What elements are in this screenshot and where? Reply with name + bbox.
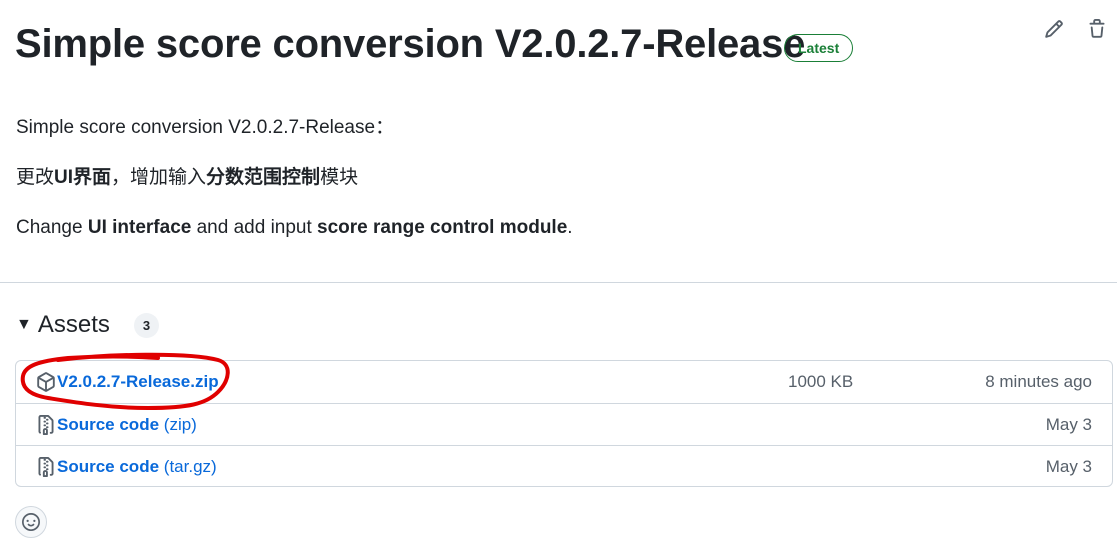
- asset-timestamp: 8 minutes ago: [985, 372, 1092, 391]
- text-segment: ，增加输入: [111, 167, 207, 188]
- asset-row: V2.0.2.7-Release.zip 1000 KB 8 minutes a…: [16, 361, 1112, 403]
- asset-row: Source code (tar.gz) May 3: [16, 445, 1112, 486]
- text-segment: Change: [16, 217, 88, 238]
- assets-label: Assets: [37, 311, 110, 338]
- link-label: Source code: [57, 457, 160, 476]
- description-line-1: Simple score conversion V2.0.2.7-Release…: [16, 117, 395, 138]
- smiley-icon: [22, 513, 40, 531]
- text-segment: 模块: [320, 167, 359, 188]
- link-label: Source code: [57, 415, 160, 434]
- text-segment: 更改: [16, 167, 55, 188]
- asset-size: 1000 KB: [788, 372, 854, 391]
- edit-release-button[interactable]: [1041, 16, 1067, 42]
- latest-badge: Latest: [784, 34, 854, 62]
- delete-release-button[interactable]: [1084, 16, 1110, 42]
- source-code-zip-link[interactable]: Source code (zip): [57, 414, 197, 436]
- assets-count-badge: 3: [134, 313, 159, 338]
- assets-list: V2.0.2.7-Release.zip 1000 KB 8 minutes a…: [15, 360, 1113, 487]
- text-bold-segment: UI interface: [87, 217, 192, 238]
- section-divider: [0, 282, 1117, 283]
- asset-timestamp: May 3: [1045, 415, 1092, 434]
- text-bold-segment: score range control module: [317, 217, 568, 238]
- description-line-2-zh: 更改UI界面，增加输入分数范围控制模块: [16, 165, 358, 191]
- text-segment: and add input: [191, 217, 318, 238]
- trash-icon: [1089, 19, 1105, 38]
- asset-row: Source code (zip) May 3: [16, 403, 1112, 445]
- file-zip-icon: [38, 415, 54, 435]
- release-title: Simple score conversion V2.0.2.7-Release: [15, 22, 806, 66]
- text-bold-segment: UI界面: [54, 167, 112, 188]
- link-format: (zip): [163, 415, 197, 434]
- description-line-3-en: Change UI interface and add input score …: [16, 215, 573, 241]
- asset-timestamp: May 3: [1045, 457, 1092, 476]
- add-reaction-button[interactable]: [15, 506, 47, 538]
- assets-toggle[interactable]: ▼ Assets: [16, 308, 110, 342]
- source-code-targz-link[interactable]: Source code (tar.gz): [57, 456, 217, 478]
- asset-download-link[interactable]: V2.0.2.7-Release.zip: [57, 371, 219, 393]
- text-segment: .: [567, 217, 573, 238]
- file-zip-icon: [38, 457, 54, 477]
- package-icon: [37, 372, 55, 392]
- pencil-icon: [1045, 20, 1063, 38]
- caret-down-icon: ▼: [16, 316, 32, 333]
- link-format: (tar.gz): [163, 457, 217, 476]
- text-bold-segment: 分数范围控制: [206, 167, 321, 188]
